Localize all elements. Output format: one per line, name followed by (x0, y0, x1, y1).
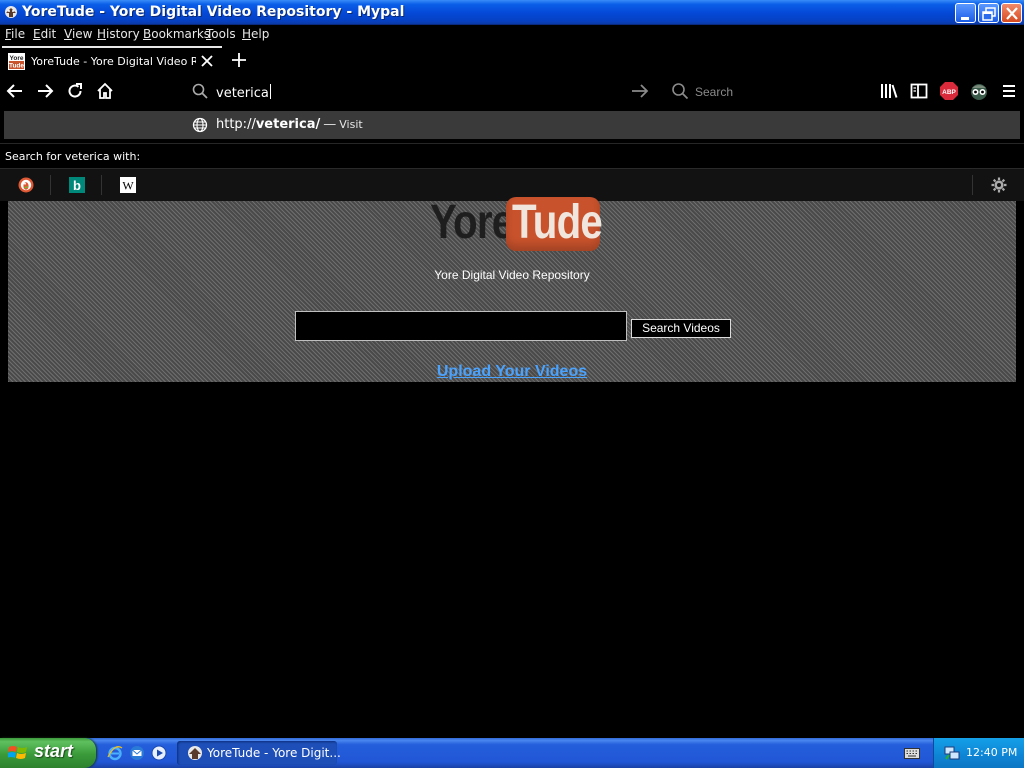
video-search-input[interactable] (295, 311, 627, 341)
window-title: YoreTude - Yore Digital Video Repository… (22, 4, 405, 20)
engine-separator (101, 175, 102, 195)
menu-help[interactable]: Help (242, 27, 269, 41)
svg-text:b: b (73, 178, 81, 193)
search-for-label: Search for veterica with: (5, 150, 141, 163)
page-content: Yore Tude Yore Digital Video Repository … (8, 196, 1016, 382)
internet-explorer-icon[interactable] (107, 745, 123, 761)
gear-icon[interactable] (990, 176, 1008, 194)
engine-separator (972, 175, 973, 195)
back-icon[interactable] (5, 81, 25, 101)
bing-icon[interactable]: b (69, 177, 85, 193)
restore-button[interactable] (978, 3, 999, 23)
tab-strip: Yore Tude YoreTude - Yore Digital Video … (0, 44, 1024, 74)
mypal-app-icon (188, 746, 202, 760)
network-icon[interactable] (944, 745, 960, 761)
menu-edit[interactable]: Edit (33, 27, 56, 41)
suggestion-action: Visit (339, 118, 363, 131)
close-tab-icon[interactable] (200, 54, 214, 68)
globe-icon (192, 117, 208, 133)
keyboard-icon[interactable] (904, 746, 920, 760)
menu-bar: File Edit View History Bookmarks Tools H… (0, 25, 1024, 44)
close-window-button[interactable] (1001, 3, 1022, 23)
menu-view[interactable]: View (64, 27, 92, 41)
go-arrow-icon[interactable] (630, 83, 650, 99)
wikipedia-icon[interactable]: W (120, 177, 136, 193)
duckduckgo-icon[interactable] (18, 177, 34, 193)
forward-icon[interactable] (35, 81, 55, 101)
menu-bookmarks[interactable]: Bookmarks (143, 27, 210, 41)
sidebar-icon[interactable] (909, 81, 929, 101)
svg-text:W: W (122, 179, 134, 193)
new-tab-icon[interactable] (231, 52, 247, 68)
yoretude-favicon-icon: Yore Tude (8, 53, 25, 70)
start-label: start (34, 741, 74, 761)
logo-yore-text: Yore (430, 196, 514, 249)
search-videos-button[interactable]: Search Videos (631, 319, 731, 338)
adblock-plus-icon[interactable]: ABP (939, 81, 959, 101)
start-button[interactable]: start (0, 738, 96, 768)
tab-title: YoreTude - Yore Digital Video Repository (31, 55, 196, 68)
media-player-icon[interactable] (151, 745, 167, 761)
search-bar-placeholder: Search (695, 85, 734, 99)
clock[interactable]: 12:40 PM (966, 746, 1017, 759)
svg-text:ABP: ABP (942, 89, 956, 96)
mypal-app-icon (5, 6, 17, 18)
taskbar: start YoreTude - Yore Digit... 12:40 PM (0, 738, 1024, 768)
outlook-express-icon[interactable] (129, 745, 145, 761)
search-for-header: Search for veterica with: (0, 143, 1024, 168)
site-subtitle: Yore Digital Video Repository (434, 268, 590, 282)
svg-text:Yore: Yore (10, 55, 24, 62)
tab-yoretude[interactable]: Yore Tude YoreTude - Yore Digital Video … (2, 46, 222, 74)
screen: YoreTude - Yore Digital Video Repository… (0, 0, 1024, 768)
privacy-extension-icon[interactable] (969, 81, 989, 101)
menu-tools[interactable]: Tools (206, 27, 236, 41)
engine-separator (50, 175, 51, 195)
windows-flag-icon (8, 746, 27, 759)
navigation-toolbar: veterica Search ABP (0, 74, 1024, 108)
url-bar[interactable]: veterica (186, 76, 660, 106)
minimize-button[interactable] (955, 3, 976, 23)
url-suggestion-row[interactable]: http://veterica/— Visit (4, 111, 1020, 139)
menu-history[interactable]: History (97, 27, 140, 41)
hamburger-menu-icon[interactable] (999, 81, 1019, 101)
home-icon[interactable] (95, 81, 115, 101)
suggestion-url: http://veterica/— Visit (216, 117, 363, 132)
yoretude-logo[interactable]: Yore Tude (426, 195, 603, 257)
upload-videos-link[interactable]: Upload Your Videos (437, 363, 587, 380)
taskbar-item-label: YoreTude - Yore Digit... (207, 746, 341, 760)
minimize-icon (961, 17, 969, 20)
restore-icon (982, 7, 996, 21)
suggestion-url-prefix: http:// (216, 117, 256, 132)
search-engine-icon (672, 83, 689, 100)
text-caret (269, 84, 271, 99)
svg-text:Tude: Tude (9, 63, 24, 70)
url-input-text-wrap: veterica (216, 84, 271, 101)
close-icon (1006, 7, 1018, 20)
menu-file[interactable]: File (5, 27, 25, 41)
search-bar[interactable]: Search (665, 76, 865, 106)
system-tray: 12:40 PM (933, 738, 1024, 768)
reload-icon[interactable] (65, 81, 85, 101)
taskbar-item-mypal[interactable]: YoreTude - Yore Digit... (177, 741, 341, 765)
logo-tube-text: Tude (512, 196, 603, 249)
suggestion-separator: — (323, 117, 337, 132)
upload-link-wrap: Upload Your Videos (8, 363, 1016, 381)
search-icon (192, 83, 208, 99)
window-title-bar[interactable]: YoreTude - Yore Digital Video Repository… (0, 0, 1024, 25)
suggestion-url-host: veterica/ (255, 117, 321, 132)
library-icon[interactable] (879, 81, 899, 101)
url-input-value[interactable]: veterica (216, 86, 269, 101)
